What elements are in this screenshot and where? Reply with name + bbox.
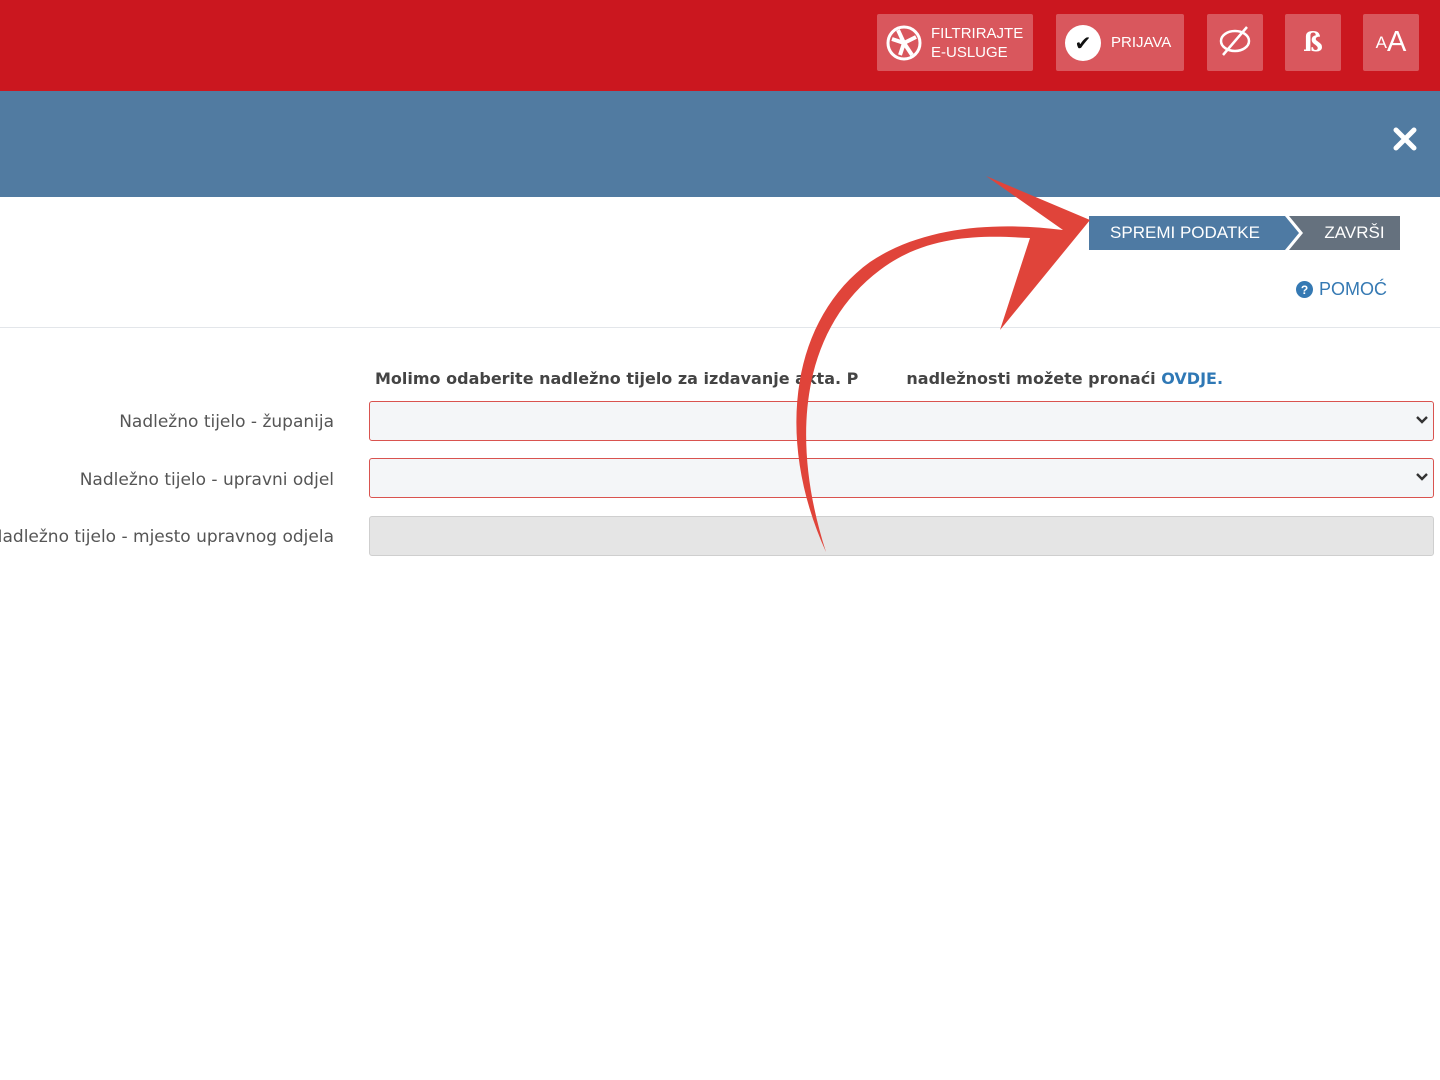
login-button[interactable]: ✔ PRIJAVA (1056, 14, 1184, 71)
info-text-2: nadležnosti možete pronaći (906, 369, 1162, 388)
contrast-toggle-button[interactable] (1207, 14, 1263, 71)
filter-e-services-button[interactable]: FILTRIRAJTE E-USLUGE (877, 14, 1033, 71)
info-text: Molimo odaberite nadležno tijelo za izda… (375, 369, 859, 388)
chevron-down-icon (1415, 412, 1429, 426)
filter-services-icon (885, 24, 923, 62)
font-size-button[interactable]: A A (1363, 14, 1419, 71)
help-label: POMOĆ (1319, 279, 1388, 299)
login-label: PRIJAVA (1111, 34, 1172, 51)
department-select[interactable] (369, 458, 1434, 498)
close-icon[interactable] (1392, 126, 1418, 152)
chevron-down-icon (1415, 469, 1429, 483)
department-location-label: Nadležno tijelo - mjesto upravnog odjela (0, 527, 334, 547)
form-instruction: Molimo odaberite nadležno tijelo za izda… (375, 369, 1223, 388)
filter-services-label: FILTRIRAJTE E-USLUGE (931, 24, 1023, 62)
modal-header-bar (0, 91, 1440, 197)
dyslexia-font-icon: ß (1303, 27, 1323, 58)
question-circle-icon: ? (1296, 281, 1313, 298)
eye-slash-icon (1218, 24, 1252, 62)
font-size-small-icon: A (1375, 32, 1387, 52)
section-divider (0, 327, 1440, 328)
county-label: Nadležno tijelo - županija (119, 412, 334, 432)
finish-step-button[interactable]: ZAVRŠI (1289, 216, 1400, 250)
filter-label-line2: E-USLUGE (931, 43, 1008, 61)
save-data-step-button[interactable]: SPREMI PODATKE (1089, 216, 1299, 250)
county-select[interactable] (369, 401, 1434, 441)
here-link[interactable]: OVDJE. (1161, 369, 1223, 388)
filter-label-line1: FILTRIRAJTE (931, 24, 1024, 42)
department-label: Nadležno tijelo - upravni odjel (79, 470, 334, 490)
font-size-big-icon: A (1387, 26, 1407, 58)
top-header-bar: FILTRIRAJTE E-USLUGE ✔ PRIJAVA ß A A (0, 0, 1440, 91)
department-location-field (369, 516, 1434, 556)
dyslexia-font-button[interactable]: ß (1285, 14, 1341, 71)
help-link[interactable]: ? POMOĆ (1296, 279, 1387, 300)
check-icon: ✔ (1065, 24, 1101, 61)
